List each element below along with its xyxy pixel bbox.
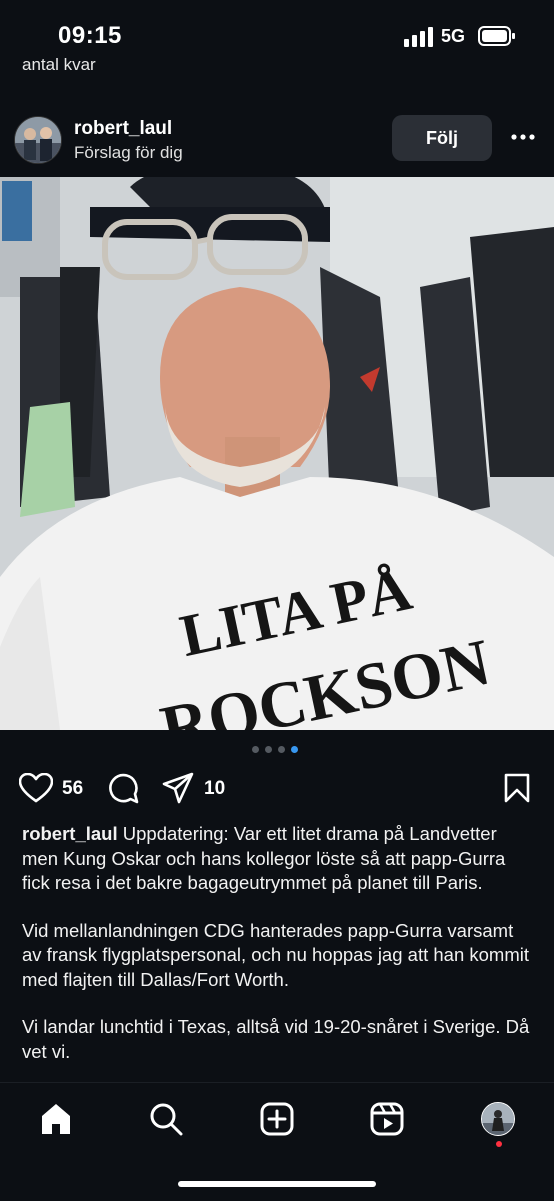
carousel-dots — [252, 746, 298, 753]
bookmark-icon[interactable] — [499, 770, 535, 806]
home-icon[interactable] — [36, 1099, 76, 1139]
network-label: 5G — [441, 26, 466, 46]
notification-dot — [496, 1141, 502, 1147]
share-count[interactable]: 10 — [204, 778, 225, 800]
post-caption: robert_laul Uppdatering: Var ett litet d… — [22, 822, 536, 1082]
post-actions: 56 10 — [0, 770, 554, 810]
selfie-image: LITA PÅ ROCKSON — [0, 177, 554, 730]
heart-icon[interactable] — [18, 770, 54, 806]
caption-username[interactable]: robert_laul — [22, 823, 118, 844]
avatar[interactable] — [14, 116, 62, 164]
avatar-photo — [15, 117, 61, 163]
signal-icon — [404, 27, 433, 47]
create-icon[interactable] — [257, 1099, 297, 1139]
more-icon[interactable] — [508, 122, 538, 152]
post-header: robert_laul Förslag för dig Följ — [0, 108, 554, 172]
carousel-dot — [265, 746, 272, 753]
previous-post-caption: antal kvar — [22, 58, 96, 72]
status-time: 09:15 — [58, 22, 122, 49]
suggested-label: Förslag för dig — [74, 143, 183, 162]
home-indicator — [178, 1181, 376, 1187]
carousel-dot — [252, 746, 259, 753]
follow-button[interactable]: Följ — [392, 115, 492, 161]
battery-icon — [478, 26, 515, 46]
caption-paragraph-2: Vid mellanlandningen CDG hanterades papp… — [22, 919, 529, 990]
carousel-dot — [291, 746, 298, 753]
reels-icon[interactable] — [367, 1099, 407, 1139]
caption-paragraph-1: robert_laul Uppdatering: Var ett litet d… — [22, 822, 536, 896]
post-photo[interactable]: LITA PÅ ROCKSON — [0, 177, 554, 730]
profile-avatar[interactable] — [478, 1099, 518, 1139]
share-icon[interactable] — [160, 770, 196, 806]
carousel-dot — [278, 746, 285, 753]
search-icon[interactable] — [146, 1099, 186, 1139]
comment-icon[interactable] — [105, 770, 141, 806]
caption-paragraph-3: Vi landar lunchtid i Texas, alltså vid 1… — [22, 1016, 530, 1062]
post-username[interactable]: robert_laul — [74, 118, 172, 140]
profile-photo — [482, 1103, 514, 1135]
like-count[interactable]: 56 — [62, 778, 83, 800]
